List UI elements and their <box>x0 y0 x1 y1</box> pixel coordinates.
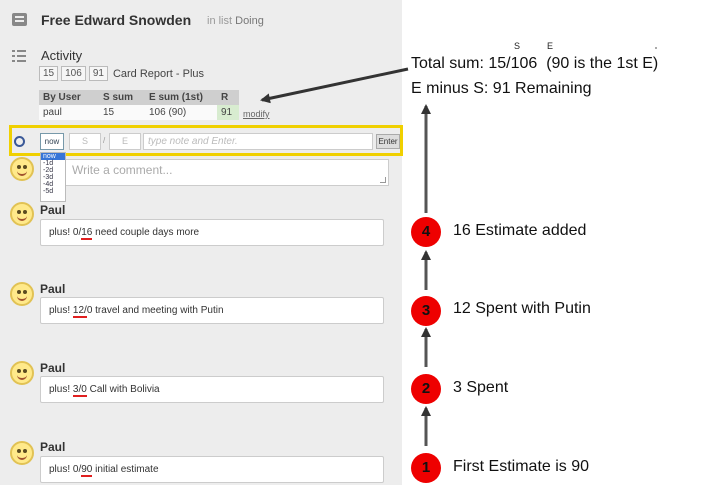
list-info: in list Doing <box>207 15 264 27</box>
comment-author[interactable]: Paul <box>40 203 65 217</box>
activity-icon <box>12 49 26 63</box>
dropdown-option[interactable]: -3d <box>41 174 65 181</box>
step-3-badge: 3 <box>411 296 441 326</box>
spent-value: 0 <box>72 464 79 475</box>
feed-note: Call with Bolivia <box>89 384 160 395</box>
total-prefix: Total sum: <box>411 55 484 72</box>
header-r: R <box>217 90 239 105</box>
plus-prefix: plus! <box>49 227 71 238</box>
comment-author[interactable]: Paul <box>40 361 65 375</box>
resize-grip-icon[interactable] <box>380 177 386 183</box>
card-title[interactable]: Free Edward Snowden <box>41 12 191 28</box>
spent-value: 3 <box>72 384 79 395</box>
spent-value: 0 <box>72 227 79 238</box>
step-2-badge: 2 <box>411 374 441 404</box>
cell-user: paul <box>39 105 99 120</box>
feed-note: travel and meeting with Putin <box>95 305 224 316</box>
comment-author[interactable]: Paul <box>40 282 65 296</box>
cell-s-sum: 15 <box>99 105 145 120</box>
date-dropdown[interactable]: now -1d -2d -3d -4d -5d <box>40 152 66 202</box>
cell-remaining: 91 <box>217 105 239 120</box>
annotation-s-label: S <box>514 41 521 51</box>
remaining-annotation: E minus S: 91 Remaining <box>411 80 592 97</box>
hourglass-icon <box>14 136 25 147</box>
plus-prefix: plus! <box>49 464 71 475</box>
step-3-text: 12 Spent with Putin <box>453 300 591 317</box>
feed-item: plus! 0/16 need couple days more <box>40 219 384 246</box>
date-select[interactable]: now <box>40 133 64 150</box>
report-badges: 15 106 91 Card Report - Plus <box>39 66 204 81</box>
step-2-text: 3 Spent <box>453 379 509 396</box>
avatar <box>10 202 34 226</box>
step-4-text: 16 Estimate added <box>453 222 587 239</box>
estimate-badge: 106 <box>61 66 86 81</box>
summary-table: By User S sum E sum (1st) R paul 15 106 … <box>39 90 239 120</box>
comment-input[interactable]: Write a comment... <box>41 159 389 186</box>
feed-item: plus! 0/90 initial estimate <box>40 456 384 483</box>
estimate-value: 0 <box>81 384 87 395</box>
plus-prefix: plus! <box>49 384 71 395</box>
comment-placeholder: Write a comment... <box>72 163 173 177</box>
header-s-sum: S sum <box>99 90 145 105</box>
dropdown-option[interactable]: -2d <box>41 167 65 174</box>
avatar <box>10 441 34 465</box>
feed-note: need couple days more <box>95 227 200 238</box>
step-1-text: First Estimate is 90 <box>453 458 590 475</box>
spent-badge: 15 <box>39 66 59 81</box>
enter-button[interactable]: Enter <box>376 134 400 149</box>
dropdown-option[interactable]: -5d <box>41 188 65 195</box>
annotation-e-label: E <box>547 41 554 51</box>
summary-row: paul 15 106 (90) 91 <box>39 105 239 120</box>
step-4-badge: 4 <box>411 217 441 247</box>
list-name[interactable]: Doing <box>235 15 264 27</box>
remaining-badge: 91 <box>88 66 108 81</box>
feed-item: plus! 12/0 travel and meeting with Putin <box>40 297 384 324</box>
estimate-value: 16 <box>81 227 93 240</box>
stray-dot <box>655 47 657 49</box>
dropdown-option[interactable]: now <box>41 153 65 160</box>
dropdown-option[interactable]: -4d <box>41 181 65 188</box>
header-by-user: By User <box>39 90 99 105</box>
summary-header-row: By User S sum E sum (1st) R <box>39 90 239 105</box>
comment-author[interactable]: Paul <box>40 440 65 454</box>
step-1-badge: 1 <box>411 453 441 483</box>
avatar <box>10 157 34 181</box>
separator: / <box>103 136 106 145</box>
feed-item: plus! 3/0 Call with Bolivia <box>40 376 384 403</box>
avatar <box>10 282 34 306</box>
list-prefix: in list <box>207 15 233 27</box>
total-note: (90 is the 1st E) <box>546 55 659 72</box>
avatar <box>10 361 34 385</box>
estimate-input[interactable]: E <box>109 133 141 150</box>
total-sum-annotation: Total sum: 15/106 (90 is the 1st E) <box>411 55 658 73</box>
cell-e-sum: 106 (90) <box>145 105 217 120</box>
plus-prefix: plus! <box>49 305 71 316</box>
note-input[interactable]: type note and Enter. <box>143 133 373 150</box>
spent-value: 12 <box>72 305 85 316</box>
modify-link[interactable]: modify <box>243 109 270 119</box>
spent-input[interactable]: S <box>69 133 101 150</box>
estimate-value: 0 <box>86 305 93 316</box>
activity-title: Activity <box>41 48 83 63</box>
total-value: 15/106 <box>488 55 538 72</box>
estimate-value: 90 <box>81 464 93 477</box>
feed-note: initial estimate <box>95 464 159 475</box>
dropdown-option[interactable]: -1d <box>41 160 65 167</box>
card-icon <box>12 13 27 26</box>
card-report-label[interactable]: Card Report - Plus <box>113 68 204 80</box>
header-e-sum: E sum (1st) <box>145 90 217 105</box>
